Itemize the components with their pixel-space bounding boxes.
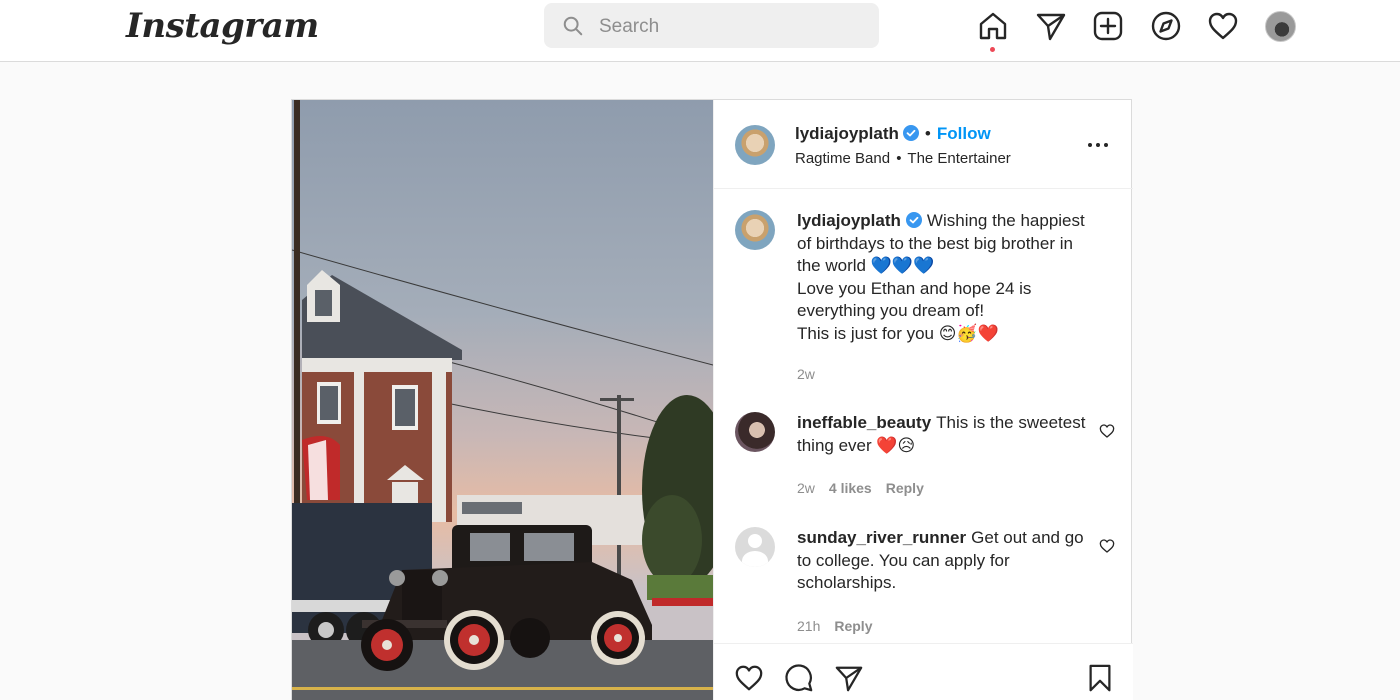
more-options-icon[interactable]: [1086, 133, 1110, 157]
commenter-username[interactable]: sunday_river_runner: [797, 528, 966, 547]
explore-icon[interactable]: [1150, 10, 1182, 42]
header-divider: [714, 188, 1133, 189]
profile-avatar[interactable]: [1265, 11, 1296, 42]
home-notification-dot: [990, 47, 995, 52]
save-bookmark-icon[interactable]: [1085, 663, 1115, 693]
new-post-icon[interactable]: [1092, 10, 1124, 42]
caption-line-3: This is just for you 😊🥳❤️: [797, 323, 999, 343]
comment-like-heart-icon[interactable]: [1099, 538, 1115, 554]
audio-title: The Entertainer: [907, 150, 1011, 167]
caption-meta: 2w: [797, 366, 829, 382]
like-heart-icon[interactable]: [734, 663, 764, 693]
post-modal: lydiajoyplath • Follow Ragtime Band • The …: [291, 99, 1133, 700]
comment-icon[interactable]: [784, 663, 814, 693]
activity-heart-icon[interactable]: [1207, 10, 1239, 42]
caption-timestamp[interactable]: 2w: [797, 366, 815, 382]
post-header-user: lydiajoyplath • Follow: [795, 124, 991, 144]
direct-message-icon[interactable]: [1035, 10, 1067, 42]
comment-timestamp[interactable]: 21h: [797, 618, 820, 634]
comment-reply-button[interactable]: Reply: [886, 480, 924, 496]
comment-reply-button[interactable]: Reply: [834, 618, 872, 634]
home-icon[interactable]: [977, 10, 1009, 42]
caption-text: lydiajoyplath Wishing the happiest of bir…: [797, 210, 1097, 346]
search-input[interactable]: Search: [544, 3, 879, 48]
post-video[interactable]: [292, 100, 713, 700]
comment-likes[interactable]: 4 likes: [829, 480, 872, 496]
comment-timestamp[interactable]: 2w: [797, 480, 815, 496]
verified-badge-icon: [902, 125, 919, 141]
instagram-logo[interactable]: Instagram: [126, 6, 319, 46]
comment-like-heart-icon[interactable]: [1099, 423, 1115, 439]
commenter-username[interactable]: ineffable_beauty: [797, 413, 931, 432]
comment-meta: 2w 4 likes Reply: [797, 480, 938, 496]
audio-artist: Ragtime Band: [795, 150, 891, 167]
top-navigation-bar: Instagram Search: [0, 0, 1400, 62]
author-avatar[interactable]: [735, 125, 775, 165]
audio-info[interactable]: Ragtime Band • The Entertainer: [795, 150, 1011, 167]
caption-username[interactable]: lydiajoyplath: [797, 211, 901, 230]
commenter-avatar[interactable]: [735, 412, 775, 452]
verified-badge-icon: [905, 212, 922, 228]
comment-text: ineffable_beauty This is the sweetest thi…: [797, 412, 1097, 457]
share-icon[interactable]: [834, 663, 864, 693]
search-icon: [563, 16, 583, 36]
comment-text: sunday_river_runner Get out and go to col…: [797, 527, 1097, 595]
commenter-avatar[interactable]: [735, 527, 775, 567]
caption-author-avatar[interactable]: [735, 210, 775, 250]
follow-button[interactable]: Follow: [937, 124, 991, 143]
video-frame-street-scene: [292, 100, 713, 700]
search-placeholder: Search: [599, 16, 660, 37]
audio-separator: •: [896, 150, 902, 167]
post-actions-bar: [714, 643, 1133, 700]
header-separator: •: [924, 124, 931, 143]
author-username[interactable]: lydiajoyplath: [795, 124, 899, 143]
comment-meta: 21h Reply: [797, 618, 886, 634]
post-details-panel: lydiajoyplath • Follow Ragtime Band • The …: [713, 100, 1133, 700]
caption-line-2: Love you Ethan and hope 24 is everything…: [797, 278, 1032, 321]
